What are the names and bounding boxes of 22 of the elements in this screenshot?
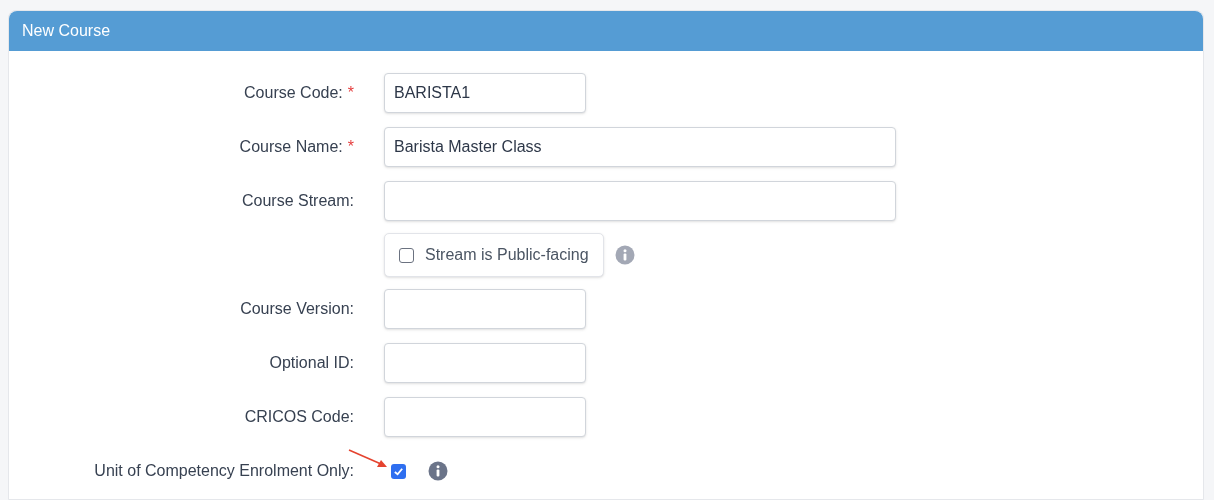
text-field[interactable]: BARISTA1 <box>384 73 586 113</box>
field-label: CRICOS Code: <box>244 407 354 427</box>
field-label: Course Name: <box>239 137 343 157</box>
checkbox[interactable] <box>399 247 414 263</box>
text-field[interactable] <box>384 289 586 329</box>
text-field[interactable] <box>384 343 586 383</box>
required-mark: * <box>347 137 354 157</box>
checkbox[interactable] <box>391 463 406 479</box>
checkmark-icon <box>393 465 404 477</box>
panel-title: New Course <box>22 21 111 41</box>
info-icon[interactable] <box>428 461 448 481</box>
field-label: Course Code: <box>244 83 343 103</box>
checkbox-button[interactable]: Stream is Public-facing <box>384 233 604 277</box>
field-label: Optional ID: <box>269 353 354 373</box>
text-field[interactable]: Barista Master Class <box>384 127 896 167</box>
field-label: Course Stream: <box>241 191 354 211</box>
field-label: Course Version: <box>240 299 354 319</box>
text-field[interactable] <box>384 397 586 437</box>
text-field[interactable] <box>384 181 896 221</box>
required-mark: * <box>347 83 354 103</box>
info-icon[interactable] <box>614 245 635 265</box>
field-label: Unit of Competency Enrolment Only: <box>94 461 354 481</box>
